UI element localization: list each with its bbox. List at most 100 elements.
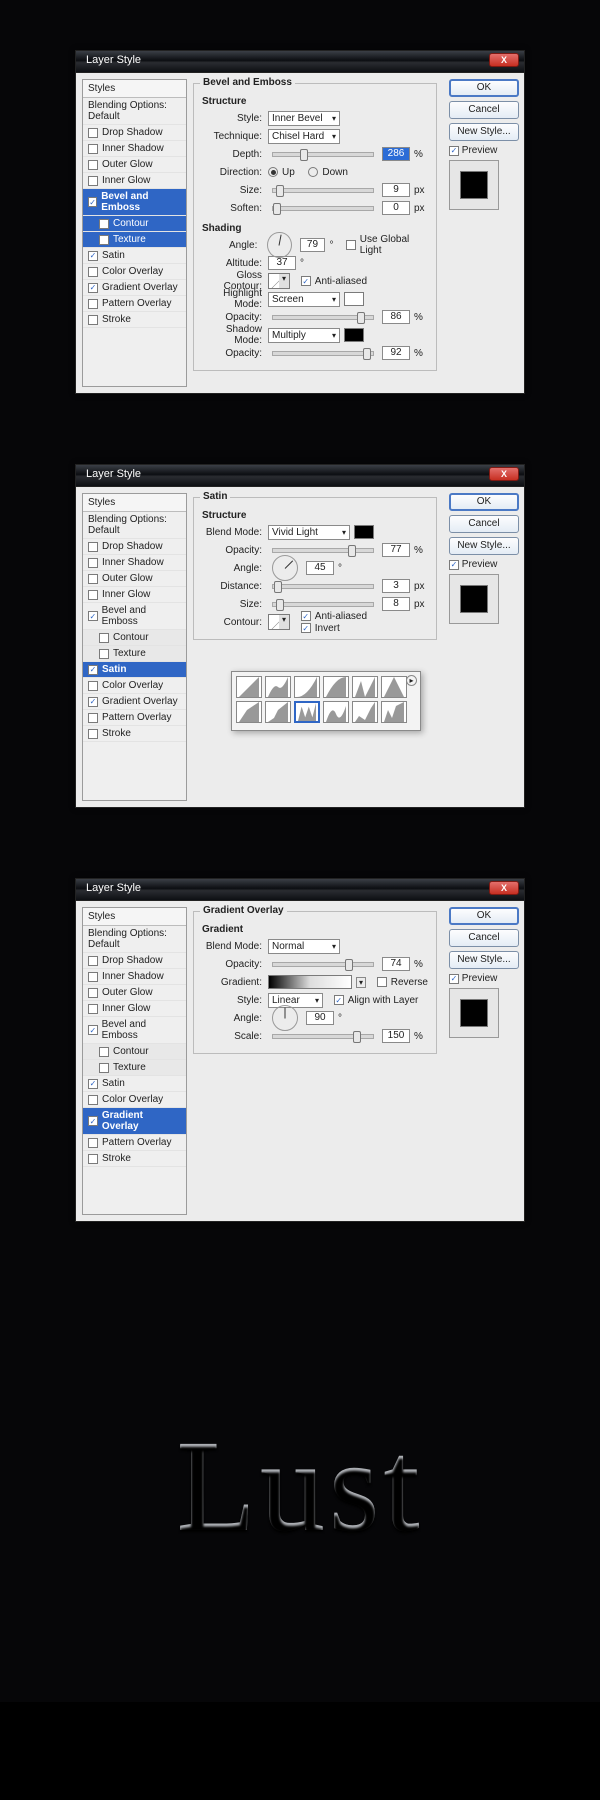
style-bevel-emboss[interactable]: Bevel and Emboss [83, 189, 186, 216]
style-gradient-overlay[interactable]: Gradient Overlay [83, 694, 186, 710]
checkbox-icon[interactable] [88, 681, 98, 691]
style-color-overlay[interactable]: Color Overlay [83, 1092, 186, 1108]
checkbox-icon[interactable] [88, 1079, 98, 1089]
cancel-button[interactable]: Cancel [449, 929, 519, 947]
checkbox-icon[interactable] [88, 251, 98, 261]
soften-slider[interactable] [272, 206, 374, 211]
style-outer-glow[interactable]: Outer Glow [83, 571, 186, 587]
contour-preset[interactable] [236, 676, 262, 698]
size-slider[interactable] [272, 188, 374, 193]
style-texture[interactable]: Texture [83, 646, 186, 662]
shadow-mode-select[interactable]: Multiply▾ [268, 328, 340, 343]
style-bevel-emboss[interactable]: Bevel and Emboss [83, 603, 186, 630]
blend-mode-select[interactable]: Normal▾ [268, 939, 340, 954]
gloss-contour-picker[interactable]: ▾ [268, 273, 290, 289]
style-bevel-emboss[interactable]: Bevel and Emboss [83, 1017, 186, 1044]
antialiased-checkbox[interactable] [301, 611, 311, 621]
ok-button[interactable]: OK [449, 79, 519, 97]
style-inner-shadow[interactable]: Inner Shadow [83, 141, 186, 157]
style-color-overlay[interactable]: Color Overlay [83, 678, 186, 694]
ok-button[interactable]: OK [449, 907, 519, 925]
checkbox-icon[interactable] [88, 1154, 98, 1164]
style-pattern-overlay[interactable]: Pattern Overlay [83, 1135, 186, 1151]
size-input[interactable]: 8 [382, 597, 410, 611]
style-inner-glow[interactable]: Inner Glow [83, 1001, 186, 1017]
style-drop-shadow[interactable]: Drop Shadow [83, 953, 186, 969]
new-style-button[interactable]: New Style... [449, 537, 519, 555]
opacity-input[interactable]: 74 [382, 957, 410, 971]
shadow-color-swatch[interactable] [344, 328, 364, 342]
blending-options[interactable]: Blending Options: Default [83, 98, 186, 125]
checkbox-icon[interactable] [88, 283, 98, 293]
align-checkbox[interactable] [334, 995, 344, 1005]
style-contour[interactable]: Contour [83, 216, 186, 232]
scale-slider[interactable] [272, 1034, 374, 1039]
style-gradient-overlay[interactable]: Gradient Overlay [83, 280, 186, 296]
distance-input[interactable]: 3 [382, 579, 410, 593]
angle-dial[interactable] [267, 232, 291, 258]
chevron-down-icon[interactable]: ▾ [356, 977, 366, 988]
checkbox-icon[interactable] [99, 235, 109, 245]
contour-preset[interactable] [352, 676, 378, 698]
contour-preset[interactable] [265, 701, 291, 723]
invert-checkbox[interactable] [301, 623, 311, 633]
global-light-checkbox[interactable] [346, 240, 355, 250]
checkbox-icon[interactable] [99, 633, 109, 643]
contour-preset[interactable] [381, 701, 407, 723]
checkbox-icon[interactable] [88, 197, 97, 207]
style-inner-glow[interactable]: Inner Glow [83, 173, 186, 189]
contour-preset[interactable] [294, 676, 320, 698]
gradient-style-select[interactable]: Linear▾ [268, 993, 323, 1008]
opacity-slider[interactable] [272, 548, 374, 553]
cancel-button[interactable]: Cancel [449, 515, 519, 533]
checkbox-icon[interactable] [88, 144, 98, 154]
antialiased-checkbox[interactable] [301, 276, 311, 286]
checkbox-icon[interactable] [88, 988, 98, 998]
checkbox-icon[interactable] [88, 956, 98, 966]
popup-menu-icon[interactable]: ▸ [406, 675, 417, 686]
titlebar[interactable]: Layer Style X [76, 51, 524, 73]
style-pattern-overlay[interactable]: Pattern Overlay [83, 296, 186, 312]
checkbox-icon[interactable] [88, 558, 98, 568]
checkbox-icon[interactable] [99, 1063, 109, 1073]
highlight-opacity-input[interactable]: 86 [382, 310, 410, 324]
titlebar[interactable]: Layer Style X [76, 465, 524, 487]
distance-slider[interactable] [272, 584, 374, 589]
checkbox-icon[interactable] [88, 176, 98, 186]
style-satin[interactable]: Satin [83, 662, 186, 678]
altitude-input[interactable]: 37 [268, 256, 296, 270]
angle-dial[interactable] [272, 1005, 298, 1031]
opacity-input[interactable]: 77 [382, 543, 410, 557]
checkbox-icon[interactable] [88, 542, 98, 552]
contour-picker[interactable]: ▾ [268, 614, 290, 630]
technique-select[interactable]: Chisel Hard▾ [268, 129, 340, 144]
contour-preset-selected[interactable] [294, 701, 320, 723]
contour-preset[interactable] [265, 676, 291, 698]
style-texture[interactable]: Texture [83, 232, 186, 248]
opacity-slider[interactable] [272, 962, 374, 967]
style-satin[interactable]: Satin [83, 248, 186, 264]
contour-preset[interactable] [323, 701, 349, 723]
style-texture[interactable]: Texture [83, 1060, 186, 1076]
direction-down-radio[interactable] [308, 167, 318, 177]
checkbox-icon[interactable] [88, 729, 98, 739]
style-inner-glow[interactable]: Inner Glow [83, 587, 186, 603]
checkbox-icon[interactable] [88, 128, 98, 138]
scale-input[interactable]: 150 [382, 1029, 410, 1043]
checkbox-icon[interactable] [88, 1025, 98, 1035]
checkbox-icon[interactable] [88, 1116, 98, 1126]
checkbox-icon[interactable] [88, 611, 98, 621]
contour-preset[interactable] [352, 701, 378, 723]
checkbox-icon[interactable] [88, 972, 98, 982]
depth-slider[interactable] [272, 152, 374, 157]
checkbox-icon[interactable] [88, 1004, 98, 1014]
checkbox-icon[interactable] [88, 697, 98, 707]
ok-button[interactable]: OK [449, 493, 519, 511]
soften-input[interactable]: 0 [382, 201, 410, 215]
style-inner-shadow[interactable]: Inner Shadow [83, 969, 186, 985]
style-outer-glow[interactable]: Outer Glow [83, 985, 186, 1001]
new-style-button[interactable]: New Style... [449, 951, 519, 969]
blending-options[interactable]: Blending Options: Default [83, 512, 186, 539]
new-style-button[interactable]: New Style... [449, 123, 519, 141]
style-inner-shadow[interactable]: Inner Shadow [83, 555, 186, 571]
